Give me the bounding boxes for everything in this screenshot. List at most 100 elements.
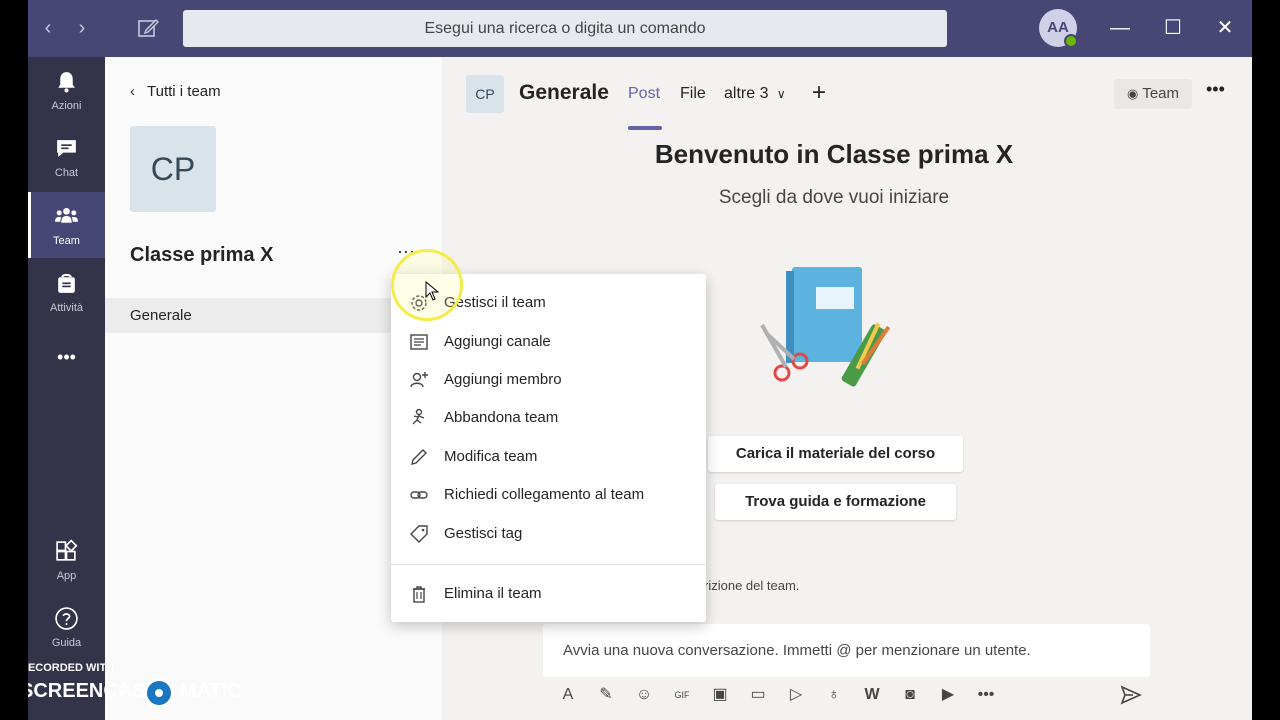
emoji-icon[interactable]: ☺ bbox=[632, 683, 656, 707]
screencast-watermark: RECORDED WITH SCREENCAST MATIC bbox=[28, 660, 276, 710]
chat-icon bbox=[57, 140, 76, 157]
more-options-button[interactable]: ••• bbox=[1206, 79, 1225, 100]
menu-label: Richiedi collegamento al team bbox=[444, 486, 645, 503]
menu-item-edit-team[interactable]: Modifica team bbox=[391, 438, 706, 476]
title-bar: ‹ › Esegui una ricerca o digita un coman… bbox=[28, 0, 1252, 57]
active-tab-indicator bbox=[628, 126, 662, 130]
wiki-icon[interactable]: W bbox=[860, 683, 884, 707]
team-context-menu: Gestisci il team Aggiungi canale Aggiung… bbox=[391, 274, 706, 622]
sticker-icon[interactable]: ▣ bbox=[708, 683, 732, 707]
new-conversation-input[interactable]: Avvia una nuova conversazione. Immetti @… bbox=[543, 624, 1150, 677]
leave-icon bbox=[412, 408, 425, 425]
rail-item-azioni[interactable]: Azioni bbox=[28, 57, 105, 123]
menu-label: Aggiungi canale bbox=[444, 333, 551, 350]
rail-item-more[interactable]: ••• bbox=[28, 327, 105, 393]
welcome-subtitle: Scegli da dove vuoi iniziare bbox=[718, 187, 950, 208]
mouse-cursor-icon bbox=[425, 281, 439, 301]
app-rail: Azioni Chat Team Attività ••• App Guida bbox=[28, 57, 105, 720]
rail-item-app[interactable]: App bbox=[28, 527, 105, 593]
rail-label: Team bbox=[53, 235, 80, 247]
rail-item-attivita[interactable]: Attività bbox=[28, 259, 105, 325]
tab-post[interactable]: Post bbox=[628, 85, 660, 103]
trash-icon bbox=[413, 586, 425, 603]
menu-item-manage-tags[interactable]: Gestisci tag bbox=[391, 515, 706, 553]
menu-item-leave-team[interactable]: Abbandona team bbox=[391, 399, 706, 437]
watermark-left-text: SCREENCAST bbox=[28, 680, 158, 702]
find-guide-button[interactable]: Trova guida e formazione bbox=[715, 484, 956, 520]
rail-item-guida[interactable]: Guida bbox=[28, 594, 105, 660]
meet-icon[interactable]: ▭ bbox=[746, 683, 770, 707]
team-button[interactable]: ◉ Team bbox=[1114, 79, 1192, 109]
channel-avatar: CP bbox=[466, 75, 504, 113]
minimize-button[interactable]: — bbox=[1106, 14, 1134, 42]
more-tools-icon[interactable]: ••• bbox=[974, 683, 998, 707]
rail-label: Chat bbox=[54, 167, 79, 179]
teams-window: ‹ › Esegui una ricerca o digita un coman… bbox=[28, 0, 1252, 720]
menu-item-add-member[interactable]: Aggiungi membro bbox=[391, 361, 706, 399]
rail-item-team[interactable]: Team bbox=[28, 192, 105, 258]
compose-toolbar: A ✎ ☺ GIF ▣ ▭ ▷ ♁ W ◙ ▶ ••• bbox=[556, 683, 1196, 707]
notebook-illustration bbox=[760, 267, 891, 387]
bell-icon bbox=[58, 72, 75, 93]
rail-label: App bbox=[56, 570, 77, 582]
back-arrow-icon[interactable]: ‹ bbox=[36, 16, 60, 40]
link-icon bbox=[410, 491, 428, 499]
all-teams-label: Tutti i team bbox=[147, 83, 221, 100]
tab-more[interactable]: altre 3 ∨ bbox=[724, 85, 786, 103]
team-name: Classe prima X bbox=[130, 244, 274, 266]
rail-label: Azioni bbox=[51, 100, 82, 112]
rail-label: Guida bbox=[51, 637, 82, 649]
menu-label: Modifica team bbox=[444, 448, 538, 465]
more-icon: ••• bbox=[57, 347, 76, 367]
channel-title: Generale bbox=[519, 81, 609, 104]
presence-available-icon bbox=[1064, 34, 1078, 48]
praise-icon[interactable]: ♁ bbox=[822, 683, 846, 707]
attach-icon[interactable]: ✎ bbox=[594, 683, 618, 707]
channel-label: Generale bbox=[130, 307, 192, 324]
menu-item-team-link[interactable]: Richiedi collegamento al team bbox=[391, 476, 706, 514]
watermark-right-text: MATIC bbox=[180, 680, 242, 702]
pencil-icon bbox=[411, 449, 427, 465]
rail-item-chat[interactable]: Chat bbox=[28, 124, 105, 190]
menu-label: Aggiungi membro bbox=[444, 371, 562, 388]
tab-file[interactable]: File bbox=[680, 85, 706, 103]
send-icon[interactable] bbox=[1119, 683, 1143, 707]
search-input[interactable]: Esegui una ricerca o digita un comando bbox=[183, 10, 947, 47]
add-member-icon bbox=[410, 372, 428, 388]
menu-label: Gestisci tag bbox=[444, 525, 523, 542]
tab-more-label: altre 3 bbox=[724, 85, 769, 102]
channel-add-icon bbox=[410, 334, 428, 350]
forward-arrow-icon[interactable]: › bbox=[70, 16, 94, 40]
chevron-left-icon: ‹ bbox=[130, 83, 135, 100]
all-teams-link[interactable]: ‹ Tutti i team bbox=[130, 83, 221, 100]
apps-icon bbox=[56, 539, 78, 561]
team-avatar: CP bbox=[130, 126, 216, 212]
add-tab-button[interactable]: + bbox=[812, 79, 826, 107]
chevron-down-icon: ∨ bbox=[776, 87, 786, 101]
team-description-text: rizione del team. bbox=[704, 578, 800, 593]
close-button[interactable]: ✕ bbox=[1211, 14, 1239, 42]
welcome-title: Benvenuto in Classe prima X bbox=[654, 139, 1014, 169]
menu-label: Abbandona team bbox=[444, 409, 559, 426]
assignments-icon bbox=[58, 273, 75, 293]
gif-icon[interactable]: GIF bbox=[670, 683, 694, 707]
tag-icon bbox=[410, 525, 428, 543]
youtube-icon[interactable]: ▶ bbox=[936, 683, 960, 707]
teams-icon bbox=[55, 207, 78, 223]
menu-label: Elimina il team bbox=[444, 585, 542, 602]
menu-item-delete-team[interactable]: Elimina il team bbox=[391, 575, 706, 613]
eye-icon: ◉ bbox=[1126, 86, 1139, 101]
maximize-button[interactable]: ☐ bbox=[1159, 14, 1187, 42]
compose-icon[interactable] bbox=[136, 16, 160, 40]
insights-icon[interactable]: ◙ bbox=[898, 683, 922, 707]
watermark-small-text: RECORDED WITH bbox=[28, 662, 115, 674]
screencast-logo-icon bbox=[144, 678, 174, 708]
menu-divider bbox=[391, 564, 706, 565]
menu-item-add-channel[interactable]: Aggiungi canale bbox=[391, 323, 706, 361]
team-button-label: Team bbox=[1142, 85, 1180, 102]
upload-course-material-button[interactable]: Carica il materiale del corso bbox=[708, 436, 963, 472]
rail-label: Attività bbox=[49, 302, 83, 314]
format-icon[interactable]: A bbox=[556, 683, 580, 707]
help-icon bbox=[55, 607, 78, 630]
stream-icon[interactable]: ▷ bbox=[784, 683, 808, 707]
